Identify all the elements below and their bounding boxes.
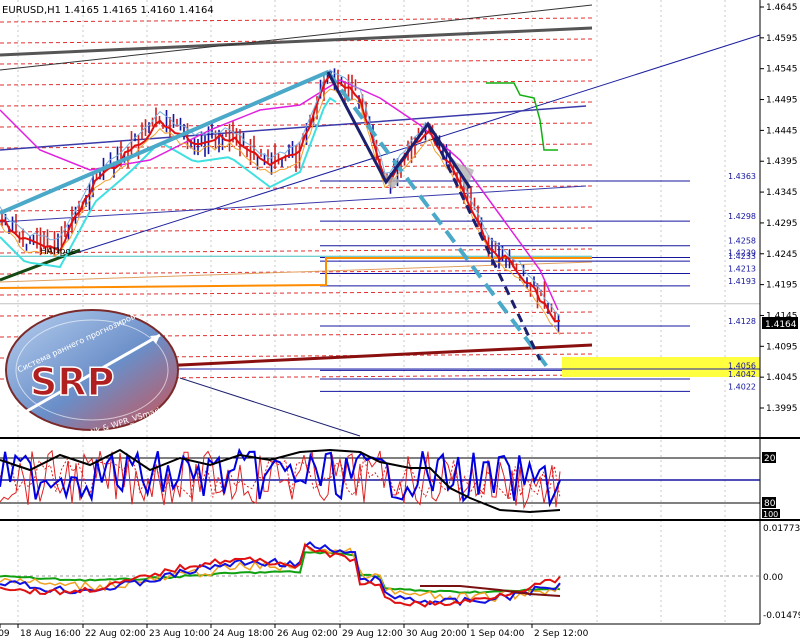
level-label: 1.4042 — [728, 370, 756, 379]
svg-text:80: 80 — [764, 499, 776, 509]
price-tick-label: 1.4045 — [766, 373, 798, 383]
price-axis: 1.4645 1.4595 1.4545 1.4495 1.4445 1.4395 1.43… — [760, 3, 798, 414]
price-tick-label: 1.4295 — [766, 219, 798, 229]
level-label: 1.4128 — [728, 317, 756, 326]
main-price-pane[interactable]: EURUSD,H1 1.4165 1.4165 1.4160 1.4164 НА… — [0, 0, 798, 624]
time-tick-label: 18 Aug 16:00 — [20, 629, 81, 639]
ao-orange-line — [0, 542, 561, 604]
svg-text:100: 100 — [763, 510, 778, 519]
level-label: 1.4233 — [728, 252, 756, 261]
price-tick-label: 1.3995 — [766, 404, 798, 414]
price-tick-label: 1.4495 — [766, 96, 798, 106]
time-axis: 21 Aug 2009 18 Aug 16:00 22 Aug 02:0023 Au… — [0, 624, 589, 639]
svg-text:-0.01479: -0.01479 — [763, 611, 800, 621]
price-tick-label: 1.4445 — [766, 126, 798, 136]
svg-text:0.00: 0.00 — [763, 573, 783, 583]
current-price-tag: 1.4164 — [762, 317, 798, 330]
ao-axis: 0.01773 0.00 -0.01479 — [763, 524, 800, 621]
ao-pane[interactable]: 0.01773 0.00 -0.01479 — [0, 524, 800, 621]
symbol-header: EURUSD,H1 1.4165 1.4165 1.4160 1.4164 — [2, 5, 214, 16]
time-tick-label: 26 Aug 02:00 — [277, 629, 338, 639]
time-tick-label: 2 Sep 12:00 — [534, 629, 589, 639]
time-tick-label: 1 Sep 04:00 — [470, 629, 525, 639]
price-tick-label: 1.4245 — [766, 250, 798, 260]
wpr-axis: 20 80 100 — [762, 452, 780, 519]
level-label: 1.4022 — [728, 382, 756, 391]
time-tick-label: 24 Aug 18:00 — [213, 629, 274, 639]
price-tick-label: 1.4345 — [766, 188, 798, 198]
level-label: 1.4363 — [728, 172, 756, 181]
price-tick-label: 1.4595 — [766, 34, 798, 44]
chart-window[interactable]: EURUSD,H1 1.4165 1.4165 1.4160 1.4164 НА… — [0, 0, 800, 640]
time-tick-label: 30 Aug 20:00 — [406, 629, 467, 639]
level-label: 1.4298 — [728, 212, 756, 221]
level-label: 1.4193 — [728, 277, 756, 286]
svg-text:1.4164: 1.4164 — [765, 320, 797, 330]
svg-text:20: 20 — [764, 454, 776, 464]
price-tick-label: 1.4195 — [766, 281, 798, 291]
price-tick-label: 1.4645 — [766, 3, 798, 13]
price-tick-label: 1.4095 — [766, 342, 798, 352]
price-tick-label: 1.4545 — [766, 65, 798, 75]
logo-text: SRP — [30, 360, 114, 404]
time-tick-label: 29 Aug 12:00 — [342, 629, 403, 639]
time-tick-label: 23 Aug 10:00 — [149, 629, 210, 639]
svg-text:0.01773: 0.01773 — [763, 524, 800, 534]
price-tick-label: 1.4395 — [766, 157, 798, 167]
wpr-pane[interactable]: 20 80 100 — [0, 447, 780, 519]
time-tick-label: 22 Aug 02:00 — [85, 629, 146, 639]
level-label: 1.4258 — [728, 237, 756, 246]
time-tick-label: 21 Aug 2009 — [0, 629, 10, 639]
level-label: 1.4213 — [728, 265, 756, 274]
low-label: НАПрос — [40, 247, 76, 257]
